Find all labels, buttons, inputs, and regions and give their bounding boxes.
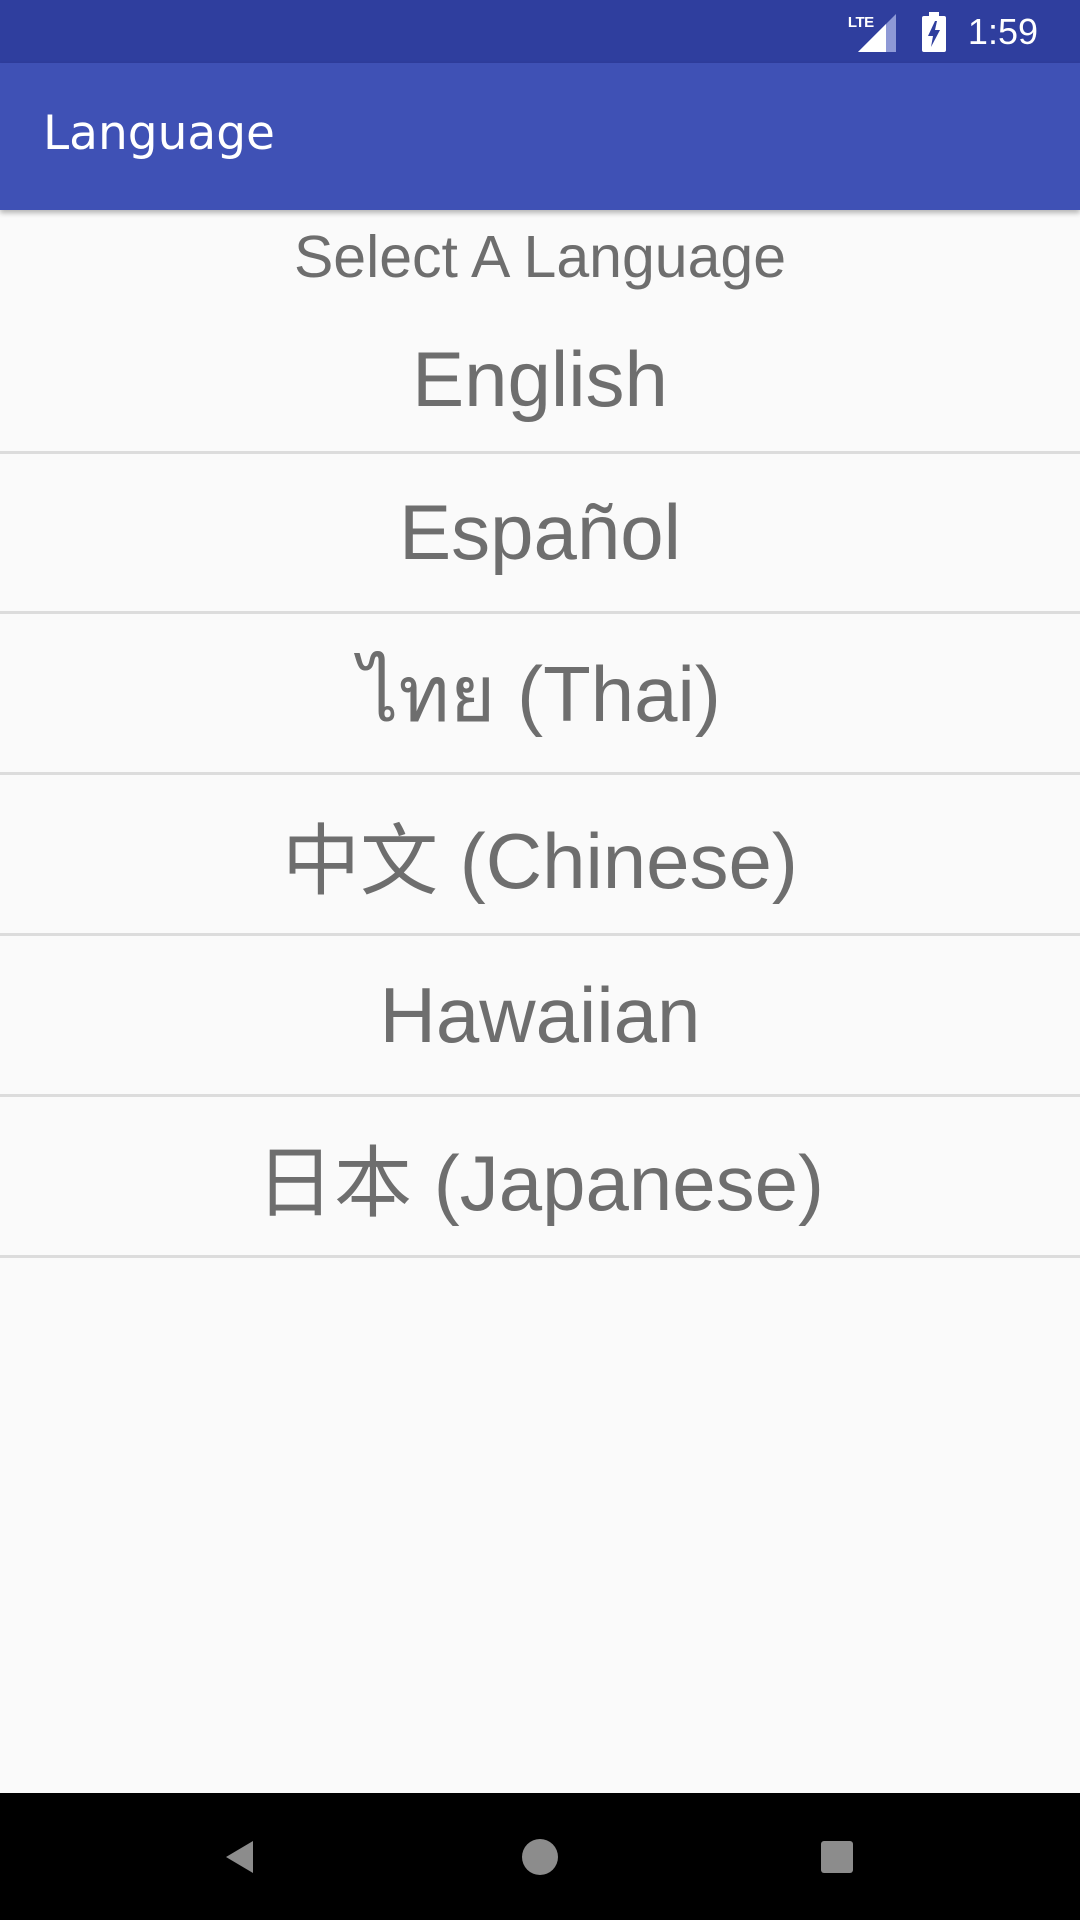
home-icon: [522, 1839, 558, 1875]
language-item-espanol[interactable]: Español: [0, 454, 1080, 614]
navigation-bar: [0, 1793, 1080, 1920]
main-content: English Español ไทย (Thai) 中文 (Chinese) …: [0, 210, 1080, 1793]
language-item-hawaiian[interactable]: Hawaiian: [0, 937, 1080, 1097]
status-bar: LTE 1:59: [0, 0, 1080, 63]
page-title: Language: [43, 106, 275, 161]
back-button[interactable]: [203, 1820, 277, 1894]
status-icons: LTE 1:59: [848, 0, 1038, 63]
battery-charging-icon: [921, 11, 946, 52]
language-item-thai[interactable]: ไทย (Thai): [0, 615, 1080, 775]
home-button[interactable]: [503, 1820, 577, 1894]
select-language-prompt: Select A Language: [293, 224, 787, 290]
status-time: 1:59: [967, 10, 1038, 52]
network-type-label: LTE: [847, 13, 874, 31]
language-item-chinese[interactable]: 中文 (Chinese): [0, 776, 1080, 936]
back-icon: [226, 1841, 253, 1873]
recents-icon: [821, 1841, 853, 1873]
language-item-japanese[interactable]: 日本 (Japanese): [0, 1098, 1080, 1258]
app-bar: Language: [0, 63, 1080, 210]
lte-signal-icon: LTE: [848, 12, 898, 52]
recents-button[interactable]: [800, 1820, 874, 1894]
